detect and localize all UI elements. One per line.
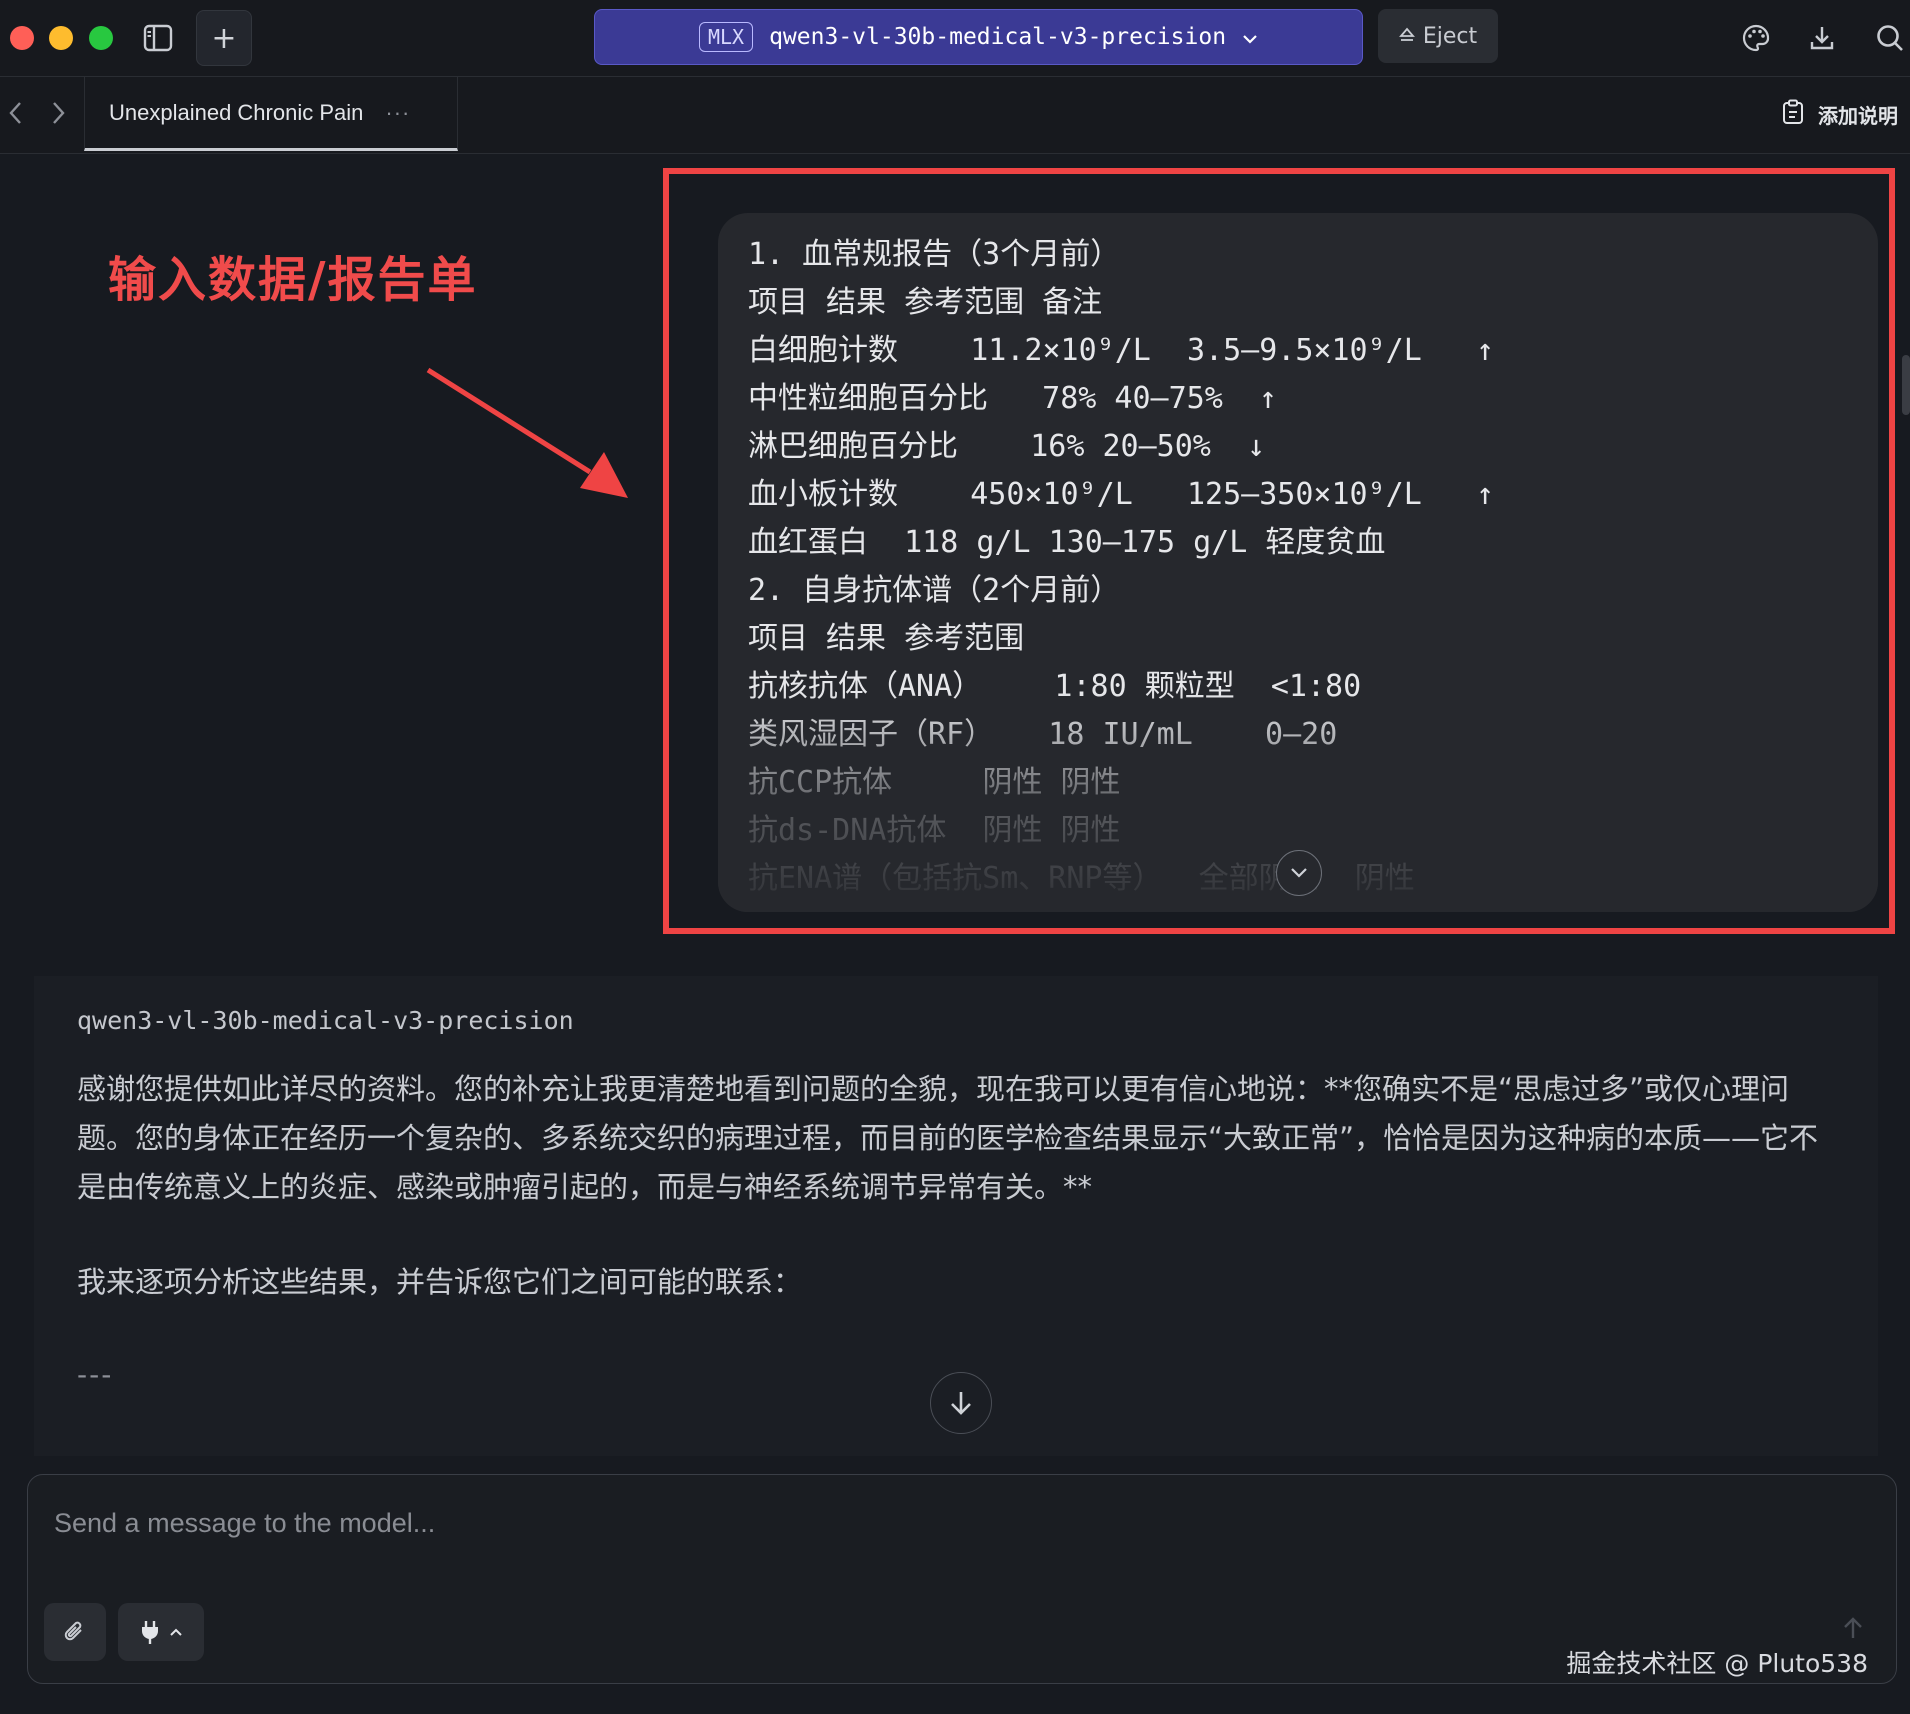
plugin-button[interactable] (118, 1603, 204, 1661)
arrow-up-icon (1844, 1617, 1862, 1638)
model-selector[interactable]: MLX qwen3-vl-30b-medical-v3-precision (594, 9, 1363, 65)
tab-title: Unexplained Chronic Pain (109, 99, 364, 125)
chevron-down-icon (1291, 868, 1307, 878)
report-line: 类风湿因子（RF） 18 IU/mL 0–20 (748, 717, 1338, 752)
notes-label: 添加说明 (1818, 104, 1898, 128)
notes-icon (1782, 99, 1804, 130)
arrow-down-icon (951, 1392, 971, 1415)
report-line: 2. 自身抗体谱（2个月前） (748, 573, 1121, 608)
report-line: 抗CCP抗体 阴性 阴性 (748, 765, 1121, 800)
title-bar: + MLX qwen3-vl-30b-medical-v3-precision … (0, 0, 1910, 77)
maximize-window-button[interactable] (89, 26, 113, 50)
assistant-paragraph: 我来逐项分析这些结果，并告诉您它们之间可能的联系： (77, 1265, 803, 1299)
watermark: 掘金技术社区 @ Pluto538 (1566, 1649, 1868, 1678)
report-line: 1. 血常规报告（3个月前） (748, 237, 1121, 272)
chevron-down-icon (1242, 24, 1258, 50)
new-chat-button[interactable]: + (196, 10, 252, 66)
markdown-separator: --- (77, 1358, 114, 1391)
eject-icon (1398, 24, 1415, 49)
search-icon[interactable] (1872, 20, 1908, 56)
report-line: 抗核抗体（ANA） 1:80 颗粒型 <1:80 (748, 669, 1362, 704)
plug-icon (142, 1621, 158, 1644)
report-line: 白细胞计数 11.2×10⁹/L 3.5–9.5×10⁹/L ↑ (748, 333, 1495, 368)
tab-chat[interactable]: Unexplained Chronic Pain ··· (84, 77, 458, 151)
report-line: 项目 结果 参考范围 备注 (748, 285, 1103, 320)
message-input[interactable] (52, 1497, 1756, 1549)
tab-more-icon[interactable]: ··· (385, 100, 410, 126)
mlx-badge: MLX (698, 22, 754, 52)
assistant-paragraph: 感谢您提供如此详尽的资料。您的补充让我更清楚地看到问题的全貌，现在我可以更有信心… (77, 1072, 1819, 1204)
assistant-model-name: qwen3-vl-30b-medical-v3-precision (77, 1006, 574, 1035)
minimize-window-button[interactable] (49, 26, 73, 50)
tab-bar: Unexplained Chronic Pain ··· 添加说明 (0, 77, 1910, 154)
chevron-up-icon (170, 1628, 182, 1636)
plus-icon: + (211, 20, 237, 56)
model-name: qwen3-vl-30b-medical-v3-precision (769, 24, 1227, 50)
report-line: 血小板计数 450×10⁹/L 125–350×10⁹/L ↑ (748, 477, 1495, 512)
report-line: 抗ds-DNA抗体 阴性 阴性 (748, 813, 1121, 848)
back-arrow-icon[interactable] (8, 99, 24, 134)
annotation-label: 输入数据/报告单 (108, 252, 478, 308)
report-line: 项目 结果 参考范围 (748, 621, 1025, 656)
report-line: 淋巴细胞百分比 16% 20–50% ↓ (748, 429, 1266, 464)
report-line: 中性粒细胞百分比 78% 40–75% ↑ (748, 381, 1277, 416)
annotation-arrow-icon (426, 367, 628, 498)
sidebar-toggle-icon[interactable] (140, 20, 176, 56)
download-icon[interactable] (1804, 20, 1840, 56)
add-notes-button[interactable]: 添加说明 (1782, 99, 1898, 130)
scroll-to-bottom-button[interactable] (930, 1372, 992, 1434)
forward-arrow-icon[interactable] (50, 99, 66, 134)
scrollbar-thumb[interactable] (1902, 355, 1910, 415)
attach-button[interactable] (44, 1603, 106, 1661)
eject-button[interactable]: Eject (1378, 9, 1498, 63)
expand-message-button[interactable] (1276, 850, 1322, 896)
user-message-bubble[interactable]: 1. 血常规报告（3个月前） 项目 结果 参考范围 备注 白细胞计数 11.2×… (718, 213, 1878, 912)
palette-icon[interactable] (1738, 20, 1774, 56)
close-window-button[interactable] (10, 26, 34, 50)
eject-label: Eject (1422, 23, 1478, 49)
report-line: 血红蛋白 118 g/L 130–175 g/L 轻度贫血 (748, 525, 1386, 560)
paperclip-icon (64, 1621, 82, 1641)
